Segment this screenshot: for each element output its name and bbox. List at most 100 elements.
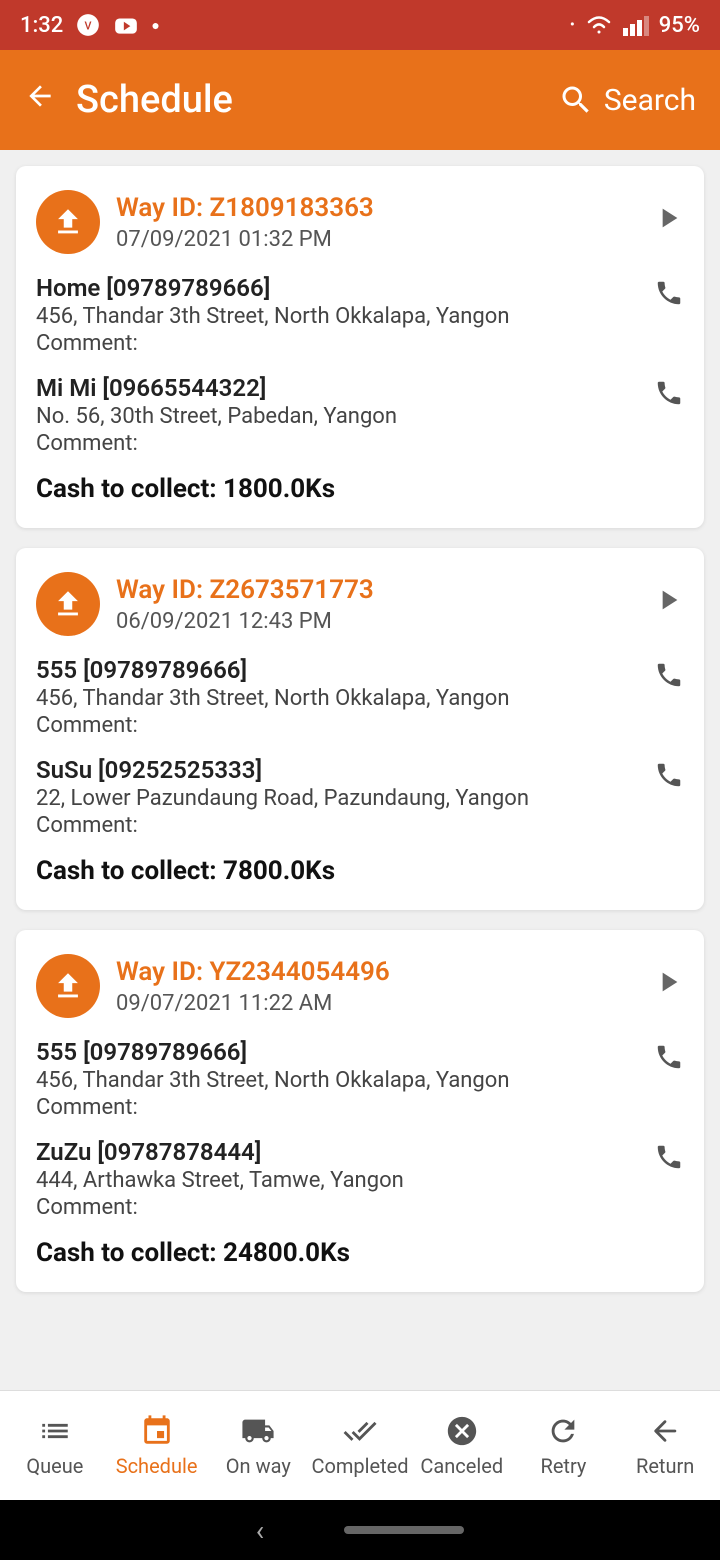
nav-retry[interactable]: Retry [513, 1406, 615, 1486]
notification-dot: ● [151, 17, 159, 34]
card-header-left-2: Way ID: Z2673571773 06/09/2021 12:43 PM [36, 572, 374, 636]
address-row-1-1: Home [09789789666] 456, Thandar 3th Stre… [36, 274, 684, 356]
address-text-2-2: SuSu [09252525333] 22, Lower Pazundaung … [36, 756, 638, 838]
address-text-1-1: Home [09789789666] 456, Thandar 3th Stre… [36, 274, 638, 356]
detail-arrow-3[interactable] [652, 966, 684, 1006]
address-detail-1-2: No. 56, 30th Street, Pabedan, Yangon [36, 404, 638, 429]
address-detail-3-2: 444, Arthawka Street, Tamwe, Yangon [36, 1168, 638, 1193]
card-header-2: Way ID: Z2673571773 06/09/2021 12:43 PM [36, 572, 684, 636]
way-date-1: 07/09/2021 01:32 PM [116, 227, 374, 252]
nav-queue[interactable]: Queue [4, 1406, 106, 1486]
page-title: Schedule [76, 78, 233, 122]
address-text-1-2: Mi Mi [09665544322] No. 56, 30th Street,… [36, 374, 638, 456]
address-comment-1-2: Comment: [36, 431, 638, 456]
address-row-3-1: 555 [09789789666] 456, Thandar 3th Stree… [36, 1038, 684, 1120]
nav-schedule-label: Schedule [116, 1454, 198, 1478]
header: Schedule Search [0, 50, 720, 150]
address-detail-3-1: 456, Thandar 3th Street, North Okkalapa,… [36, 1068, 638, 1093]
detail-arrow-1[interactable] [652, 202, 684, 242]
way-card-1: Way ID: Z1809183363 07/09/2021 01:32 PM … [16, 166, 704, 528]
nav-schedule[interactable]: Schedule [106, 1406, 208, 1486]
svg-text:V: V [85, 19, 92, 32]
wifi-icon [585, 14, 613, 36]
status-bar-right: • 95% [570, 13, 700, 38]
address-detail-1-1: 456, Thandar 3th Street, North Okkalapa,… [36, 304, 638, 329]
address-row-3-2: ZuZu [09787878444] 444, Arthawka Street,… [36, 1138, 684, 1220]
address-detail-2-1: 456, Thandar 3th Street, North Okkalapa,… [36, 686, 638, 711]
address-row-2-2: SuSu [09252525333] 22, Lower Pazundaung … [36, 756, 684, 838]
address-name-1-1: Home [09789789666] [36, 274, 638, 302]
address-comment-3-2: Comment: [36, 1195, 638, 1220]
viber-icon: V [75, 12, 101, 38]
header-left: Schedule [24, 78, 233, 122]
canceled-icon [445, 1414, 479, 1448]
phone-button-1-1[interactable] [654, 278, 684, 312]
back-gesture[interactable]: ‹ [256, 1514, 264, 1547]
address-row-2-1: 555 [09789789666] 456, Thandar 3th Stree… [36, 656, 684, 738]
address-name-1-2: Mi Mi [09665544322] [36, 374, 638, 402]
address-name-3-1: 555 [09789789666] [36, 1038, 638, 1066]
content-area: Way ID: Z1809183363 07/09/2021 01:32 PM … [0, 150, 720, 1390]
retry-icon [546, 1414, 580, 1448]
nav-canceled-label: Canceled [420, 1454, 503, 1478]
card-header-left-1: Way ID: Z1809183363 07/09/2021 01:32 PM [36, 190, 374, 254]
cash-collect-1: Cash to collect: 1800.0Ks [36, 474, 684, 504]
battery-indicator: 95% [659, 13, 700, 38]
way-date-3: 09/07/2021 11:22 AM [116, 991, 390, 1016]
phone-button-2-2[interactable] [654, 760, 684, 794]
way-card-2: Way ID: Z2673571773 06/09/2021 12:43 PM … [16, 548, 704, 910]
nav-canceled[interactable]: Canceled [411, 1406, 513, 1486]
way-date-2: 06/09/2021 12:43 PM [116, 609, 374, 634]
phone-button-1-2[interactable] [654, 378, 684, 412]
address-comment-3-1: Comment: [36, 1095, 638, 1120]
address-name-3-2: ZuZu [09787878444] [36, 1138, 638, 1166]
address-comment-2-2: Comment: [36, 813, 638, 838]
search-button[interactable]: Search [558, 82, 696, 118]
address-row-1-2: Mi Mi [09665544322] No. 56, 30th Street,… [36, 374, 684, 456]
schedule-icon [140, 1414, 174, 1448]
nav-return-label: Return [636, 1454, 694, 1478]
upload-button-1[interactable] [36, 190, 100, 254]
nav-queue-label: Queue [26, 1454, 83, 1478]
address-name-2-1: 555 [09789789666] [36, 656, 638, 684]
way-id-2: Way ID: Z2673571773 [116, 575, 374, 605]
signal-icon [623, 14, 649, 36]
completed-icon [343, 1414, 377, 1448]
address-text-3-1: 555 [09789789666] 456, Thandar 3th Stree… [36, 1038, 638, 1120]
upload-button-3[interactable] [36, 954, 100, 1018]
dot-indicator: • [570, 17, 575, 33]
queue-icon [38, 1414, 72, 1448]
detail-arrow-2[interactable] [652, 584, 684, 624]
bottom-navigation: Queue Schedule On way Completed Canceled… [0, 1390, 720, 1500]
address-name-2-2: SuSu [09252525333] [36, 756, 638, 784]
way-card-3: Way ID: YZ2344054496 09/07/2021 11:22 AM… [16, 930, 704, 1292]
nav-retry-label: Retry [541, 1454, 587, 1478]
card-header-left-3: Way ID: YZ2344054496 09/07/2021 11:22 AM [36, 954, 390, 1018]
address-detail-2-2: 22, Lower Pazundaung Road, Pazundaung, Y… [36, 786, 638, 811]
upload-button-2[interactable] [36, 572, 100, 636]
card-header-3: Way ID: YZ2344054496 09/07/2021 11:22 AM [36, 954, 684, 1018]
address-comment-1-1: Comment: [36, 331, 638, 356]
status-bar-left: 1:32 V ● [20, 12, 160, 38]
phone-button-3-1[interactable] [654, 1042, 684, 1076]
phone-button-3-2[interactable] [654, 1142, 684, 1176]
cash-collect-3: Cash to collect: 24800.0Ks [36, 1238, 684, 1268]
back-button[interactable] [24, 80, 56, 121]
address-comment-2-1: Comment: [36, 713, 638, 738]
cash-collect-2: Cash to collect: 7800.0Ks [36, 856, 684, 886]
way-id-3: Way ID: YZ2344054496 [116, 957, 390, 987]
nav-return[interactable]: Return [614, 1406, 716, 1486]
way-id-1: Way ID: Z1809183363 [116, 193, 374, 223]
way-info-2: Way ID: Z2673571773 06/09/2021 12:43 PM [116, 575, 374, 634]
nav-onway[interactable]: On way [207, 1406, 309, 1486]
phone-button-2-1[interactable] [654, 660, 684, 694]
nav-completed[interactable]: Completed [309, 1406, 411, 1486]
search-label: Search [604, 83, 696, 118]
truck-icon [241, 1414, 275, 1448]
home-bar: ‹ [0, 1500, 720, 1560]
address-text-3-2: ZuZu [09787878444] 444, Arthawka Street,… [36, 1138, 638, 1220]
status-bar: 1:32 V ● • 95% [0, 0, 720, 50]
home-pill[interactable] [344, 1526, 464, 1534]
card-header-1: Way ID: Z1809183363 07/09/2021 01:32 PM [36, 190, 684, 254]
way-info-3: Way ID: YZ2344054496 09/07/2021 11:22 AM [116, 957, 390, 1016]
